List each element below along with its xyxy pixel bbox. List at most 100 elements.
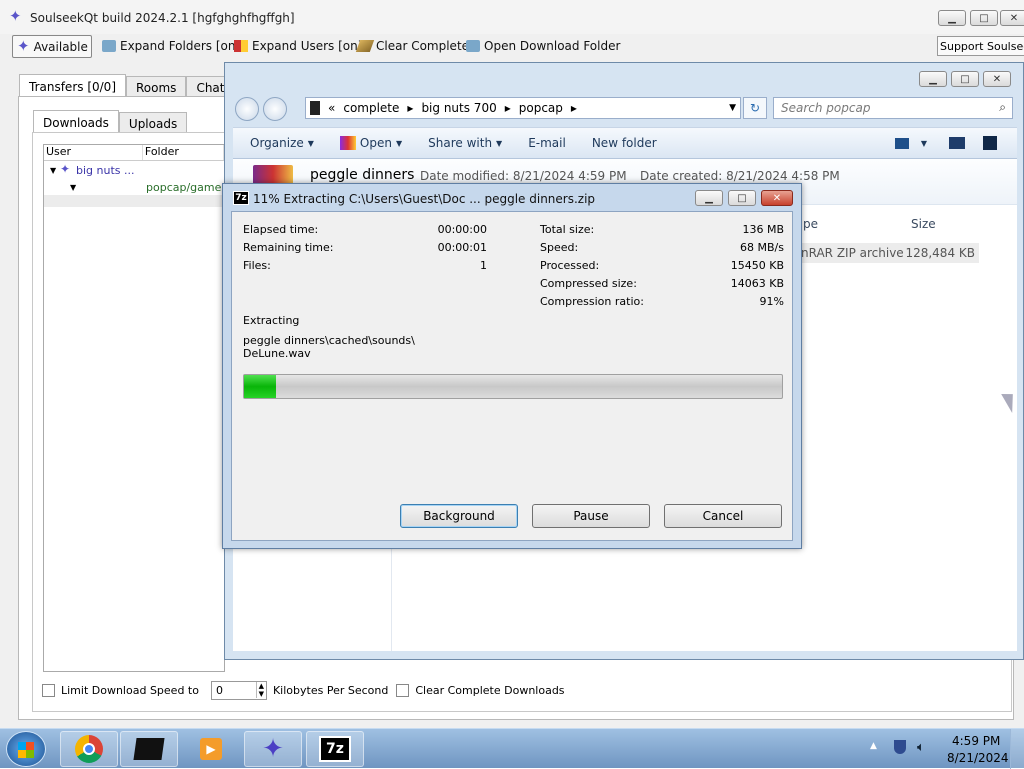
- minimize-button[interactable]: ▁: [938, 10, 966, 26]
- file-row[interactable]: nRAR ZIP archive 128,484 KB: [793, 243, 979, 263]
- file-size: 128,484 KB: [905, 246, 975, 260]
- breadcrumb-popcap[interactable]: popcap: [519, 101, 563, 115]
- share-with-label: Share with: [428, 136, 493, 150]
- maximize-button[interactable]: □: [970, 10, 998, 26]
- column-type[interactable]: pe: [803, 217, 818, 231]
- folder-icon: [466, 40, 480, 52]
- pause-button[interactable]: Pause: [532, 504, 650, 528]
- security-shield-icon[interactable]: [894, 740, 906, 754]
- window-title: SoulseekQt build 2024.2.1 [hgfghghfhgffg…: [30, 11, 295, 25]
- progress-fill: [244, 375, 277, 398]
- dialog-title: 11% Extracting C:\Users\Guest\Doc ... pe…: [253, 192, 596, 206]
- refresh-icon: ↻: [749, 101, 761, 115]
- breadcrumb-complete[interactable]: complete: [343, 101, 399, 115]
- file-type: nRAR ZIP archive: [801, 246, 904, 260]
- tab-rooms[interactable]: Rooms: [126, 76, 187, 98]
- tab-downloads[interactable]: Downloads: [33, 110, 119, 134]
- address-bar[interactable]: « complete ▸ big nuts 700 ▸ popcap ▸ ▼: [305, 97, 741, 119]
- dialog-minimize-button[interactable]: ▁: [695, 190, 723, 206]
- breadcrumb-separator-icon[interactable]: ▸: [571, 101, 577, 115]
- taskbar-chrome[interactable]: [60, 731, 118, 767]
- preview-pane-icon[interactable]: [949, 137, 965, 149]
- refresh-button[interactable]: ↻: [743, 97, 767, 119]
- downloads-tree[interactable]: User Folder ▼ ✦ big nuts ... ▼ popcap/ga…: [43, 144, 227, 672]
- clock-time[interactable]: 4:59 PM: [952, 734, 1000, 748]
- breadcrumb-big-nuts[interactable]: big nuts 700: [421, 101, 496, 115]
- view-dropdown-icon[interactable]: ▼: [921, 139, 927, 148]
- limit-speed-checkbox[interactable]: [42, 683, 55, 697]
- dialog-close-button[interactable]: ✕: [761, 190, 793, 206]
- taskbar-media-player[interactable]: ▶: [182, 731, 240, 767]
- organize-menu[interactable]: Organize ▼: [237, 136, 327, 150]
- forward-button[interactable]: [263, 97, 287, 121]
- processed-value: 15450 KB: [730, 259, 784, 272]
- column-folder[interactable]: Folder: [143, 145, 224, 160]
- expand-arrow-icon[interactable]: ▼: [70, 183, 76, 192]
- breadcrumb-overflow-icon[interactable]: «: [328, 101, 335, 115]
- taskbar-7zip[interactable]: 7z: [306, 731, 364, 767]
- address-dropdown-icon[interactable]: ▼: [729, 103, 736, 113]
- files-label: Files:: [243, 259, 271, 272]
- column-size[interactable]: Size: [911, 217, 936, 231]
- explorer-maximize-button[interactable]: □: [951, 71, 979, 87]
- dropdown-arrow-icon: ▼: [395, 138, 403, 148]
- new-folder-button[interactable]: New folder: [579, 136, 670, 150]
- time-stats: Elapsed time: 00:00:00 Remaining time: 00:…: [243, 223, 487, 277]
- clear-complete-downloads-checkbox[interactable]: [396, 683, 410, 697]
- breadcrumb-separator-icon[interactable]: ▸: [505, 101, 511, 115]
- start-button[interactable]: [6, 731, 46, 767]
- compression-ratio-label: Compression ratio:: [540, 295, 644, 308]
- background-button[interactable]: Background: [400, 504, 518, 528]
- maximize-icon: □: [737, 192, 747, 204]
- search-input[interactable]: Search popcap ⌕: [773, 97, 1013, 119]
- open-menu[interactable]: Open ▼: [327, 136, 415, 150]
- compressed-size-label: Compressed size:: [540, 277, 637, 290]
- volume-icon[interactable]: 🔈︎: [917, 740, 925, 755]
- explorer-close-button[interactable]: ✕: [983, 71, 1011, 87]
- processed-label: Processed:: [540, 259, 600, 272]
- clock-date[interactable]: 8/21/2024: [947, 751, 1009, 765]
- cancel-button[interactable]: Cancel: [664, 504, 782, 528]
- dialog-maximize-button[interactable]: □: [728, 190, 756, 206]
- expand-folders-button[interactable]: Expand Folders [on]: [98, 35, 244, 57]
- help-icon[interactable]: [983, 136, 997, 150]
- taskbar: ▶ ✦ 7z ▲ 🔈︎ 4:59 PM 8/21/2024: [0, 728, 1024, 769]
- tab-uploads[interactable]: Uploads: [118, 112, 188, 134]
- tab-transfers[interactable]: Transfers [0/0]: [19, 74, 126, 98]
- column-user[interactable]: User: [44, 145, 143, 160]
- maximize-icon: □: [979, 12, 989, 24]
- open-download-folder-button[interactable]: Open Download Folder: [462, 35, 624, 57]
- change-view-icon[interactable]: [894, 137, 909, 149]
- 7zip-icon: 7z: [233, 191, 249, 205]
- speed-value: 0: [215, 683, 223, 697]
- speed-label: Speed:: [540, 241, 579, 254]
- dropdown-arrow-icon: ▼: [496, 138, 503, 148]
- support-soulseek-button[interactable]: Support Soulseek: [937, 36, 1024, 56]
- search-icon[interactable]: ⌕: [999, 100, 1006, 115]
- close-button[interactable]: ✕: [1000, 10, 1024, 26]
- dialog-body: Elapsed time: 00:00:00 Remaining time: 00:…: [231, 211, 793, 541]
- available-button[interactable]: ✦ Available: [12, 35, 92, 58]
- back-button[interactable]: [235, 97, 259, 121]
- taskbar-terminal[interactable]: [120, 731, 178, 767]
- expand-arrow-icon[interactable]: ▼: [50, 166, 60, 175]
- tree-row-file[interactable]: [44, 195, 224, 207]
- user-name: big nuts ...: [76, 163, 135, 177]
- breadcrumb-separator-icon[interactable]: ▸: [407, 101, 413, 115]
- tree-row-folder[interactable]: ▼ popcap/games: [44, 179, 227, 195]
- speed-spinbox[interactable]: 0 ▲ ▼: [210, 680, 267, 700]
- share-with-menu[interactable]: Share with ▼: [415, 136, 515, 150]
- expand-users-button[interactable]: Expand Users [on]: [230, 35, 366, 57]
- clear-complete-downloads-label: Clear Complete Downloads: [415, 683, 565, 697]
- tree-row-user[interactable]: ▼ ✦ big nuts ...: [44, 161, 224, 179]
- show-desktop-button[interactable]: [1010, 729, 1024, 769]
- stat-row: Files: 1: [243, 259, 487, 277]
- available-label: Available: [33, 39, 88, 54]
- email-button[interactable]: E-mail: [515, 136, 579, 150]
- spin-arrows-icon[interactable]: ▲ ▼: [255, 682, 266, 698]
- explorer-minimize-button[interactable]: ▁: [919, 71, 947, 87]
- current-file: DeLune.wav: [243, 347, 311, 360]
- show-hidden-icons-icon[interactable]: ▲: [870, 741, 877, 751]
- clear-complete-button[interactable]: Clear Complete: [354, 35, 473, 57]
- taskbar-soulseek[interactable]: ✦: [244, 731, 302, 767]
